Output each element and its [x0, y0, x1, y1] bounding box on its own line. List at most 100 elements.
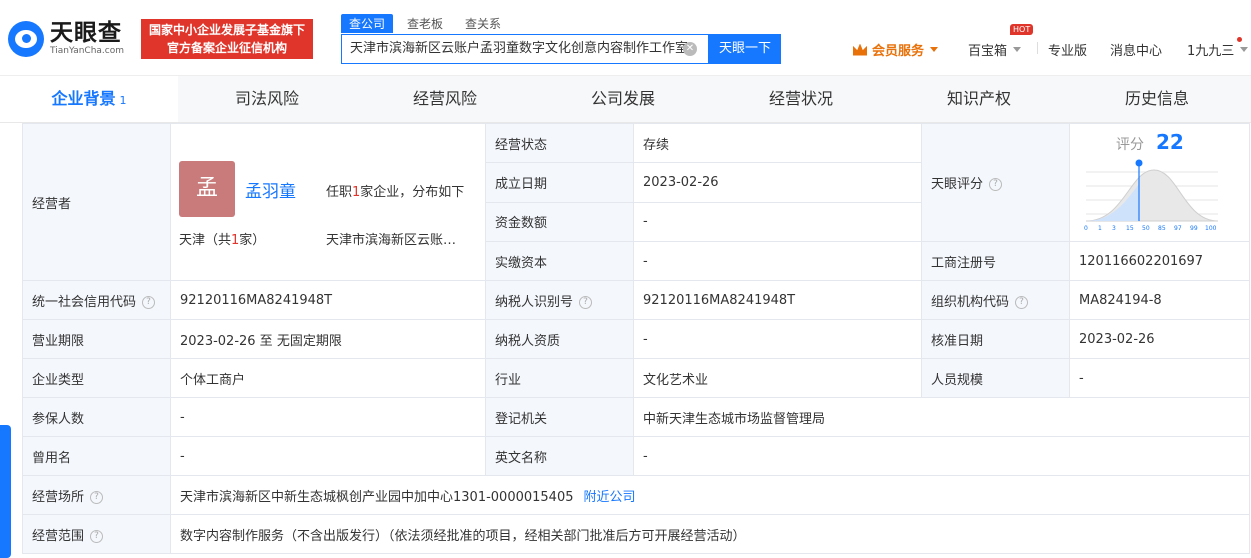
distribution-curve — [1085, 169, 1219, 222]
authority-value: 中新天津生态城市场监督管理局 — [633, 397, 1250, 437]
founded-value: 2023-02-26 — [633, 162, 922, 203]
english-name-value: - — [633, 436, 1250, 476]
score-title: 评分 — [1116, 137, 1144, 153]
loc-suffix: 家） — [239, 233, 266, 248]
role-suffix: 家企业，分布如下 — [360, 185, 465, 200]
chevron-down-icon — [1013, 47, 1022, 52]
org-code-label: 组织机构代码 — [931, 294, 1010, 310]
scope-value: 数字内容制作服务（不含出版发行）（依法须经批准的项目，经相关部门批准后方可开展经… — [170, 514, 1250, 554]
user-menu[interactable]: 1九九三 — [1187, 40, 1249, 59]
tab-history[interactable]: 历史信息 — [1068, 76, 1246, 122]
status-value: 存续 — [633, 122, 922, 164]
crown-icon — [853, 43, 867, 56]
search-tab-boss[interactable]: 查老板 — [399, 14, 451, 33]
help-icon[interactable]: ? — [142, 295, 156, 309]
english-name-label: 英文名称 — [485, 436, 634, 476]
org-code-value: MA824194-8 — [1069, 280, 1250, 320]
term-value: 2023-02-26 至 无固定期限 — [170, 319, 486, 359]
term-label: 营业期限 — [22, 319, 171, 359]
credit-code-label: 统一社会信用代码 — [32, 294, 137, 310]
search-button[interactable]: 天眼一下 — [709, 34, 781, 64]
taxpayer-id-label-cell: 纳税人识别号? — [485, 280, 634, 320]
role-prefix: 任职 — [326, 185, 353, 200]
help-icon[interactable]: ? — [989, 178, 1003, 191]
user-name: 1九九三 — [1187, 44, 1235, 59]
industry-label: 行业 — [485, 358, 634, 398]
axis-tick: 99 — [1190, 225, 1198, 232]
address-label: 经营场所 — [32, 489, 85, 505]
business-info-table: 经营者 孟 孟羽童 任职1家企业，分布如下 天津（共1家） 天津市滨海新区云账户… — [22, 122, 1250, 554]
tab-background[interactable]: 企业背景 1 — [0, 76, 178, 122]
search-tab-company[interactable]: 查公司 — [341, 14, 394, 33]
approve-date-label: 核准日期 — [921, 319, 1070, 359]
score-label-cell: 天眼评分? — [921, 123, 1070, 242]
tab-ip[interactable]: 知识产权 — [890, 76, 1068, 122]
score-cell[interactable]: 评分 22 0 1 3 15 50 85 97 99 100 — [1069, 123, 1250, 242]
company-section-tabs: 企业背景 1 司法风险 经营风险 公司发展 经营状况 知识产权 历史信息 — [0, 76, 1251, 123]
help-icon[interactable]: ? — [579, 295, 593, 309]
tab-operations[interactable]: 经营状况 — [712, 76, 890, 122]
former-name-value: - — [170, 436, 486, 476]
help-icon[interactable]: ? — [1015, 295, 1029, 309]
badge-line-2: 官方备案企业征信机构 — [166, 41, 287, 55]
treasure-box-menu[interactable]: 百宝箱 — [968, 40, 1022, 59]
owner-role: 任职1家企业，分布如下 — [326, 181, 464, 200]
nav-divider — [1037, 42, 1038, 54]
notification-dot — [1237, 37, 1242, 42]
scope-label: 经营范围 — [32, 528, 85, 544]
side-float-toolbar[interactable] — [0, 425, 11, 558]
tab-judicial-risk[interactable]: 司法风险 — [178, 76, 356, 122]
capital-value: - — [633, 201, 922, 243]
approve-date-value: 2023-02-26 — [1069, 319, 1250, 359]
staff-label: 人员规模 — [921, 358, 1070, 398]
axis-tick: 85 — [1158, 225, 1166, 232]
capital-label: 资金数额 — [485, 201, 634, 243]
former-name-label: 曾用名 — [22, 436, 171, 476]
credit-code-label-cell: 统一社会信用代码? — [22, 280, 171, 320]
tab-operating-risk[interactable]: 经营风险 — [356, 76, 534, 122]
logo-title: 天眼查 — [50, 20, 122, 46]
address-label-cell: 经营场所? — [22, 475, 171, 515]
tab-development[interactable]: 公司发展 — [534, 76, 712, 122]
taxpayer-id-value: 92120116MA8241948T — [633, 280, 922, 320]
axis-tick: 1 — [1098, 225, 1102, 232]
paid-value: - — [633, 241, 922, 281]
top-header: 天眼查 TianYanCha.com 国家中小企业发展子基金旗下 官方备案企业征… — [0, 0, 1251, 76]
hot-badge: HOT — [1010, 24, 1034, 35]
insured-value: - — [170, 397, 486, 437]
avatar[interactable]: 孟 — [179, 161, 235, 217]
vip-service-menu[interactable]: 会员服务 — [853, 40, 939, 59]
address-value: 天津市滨海新区中新生态城枫创产业园中加中心1301-0000015405 — [180, 489, 574, 505]
logo-domain: TianYanCha.com — [50, 46, 125, 56]
staff-value: - — [1069, 358, 1250, 398]
search-input[interactable]: 天津市滨海新区云账户孟羽童数字文化创意内容制作工作室 — [341, 34, 709, 64]
authority-label: 登记机关 — [485, 397, 634, 437]
eye-logo-icon — [8, 20, 44, 57]
treasure-label: 百宝箱 — [968, 44, 1008, 59]
pro-label: 专业版 — [1048, 44, 1088, 59]
nearby-companies-link[interactable]: 附近公司 — [584, 490, 636, 505]
owner-name-link[interactable]: 孟羽童 — [245, 177, 296, 202]
vip-label: 会员服务 — [872, 44, 925, 59]
help-icon[interactable]: ? — [90, 529, 104, 543]
help-icon[interactable]: ? — [90, 490, 104, 504]
axis-tick: 15 — [1126, 225, 1134, 232]
tab-count: 1 — [119, 94, 127, 107]
site-logo[interactable]: 天眼查 TianYanCha.com — [8, 20, 124, 57]
founded-label: 成立日期 — [485, 162, 634, 203]
score-marker-pin — [1135, 159, 1143, 167]
axis-tick: 0 — [1084, 225, 1088, 232]
credit-code-value: 92120116MA8241948T — [170, 280, 486, 320]
owner-company-link[interactable]: 天津市滨海新区云账户孟羽童数字文化创意内容制作工作室 — [326, 229, 466, 248]
tax-qual-value: - — [633, 319, 922, 359]
score-value: 22 — [1156, 130, 1184, 154]
axis-tick: 100 — [1205, 225, 1217, 232]
search-tab-relation[interactable]: 查关系 — [457, 14, 509, 33]
org-code-label-cell: 组织机构代码? — [921, 280, 1070, 320]
clear-icon[interactable]: ✕ — [683, 42, 697, 56]
pro-version-link[interactable]: 专业版 — [1048, 40, 1087, 59]
axis-tick: 97 — [1174, 225, 1182, 232]
tab-label: 企业背景 — [51, 89, 116, 108]
message-center-link[interactable]: 消息中心 — [1110, 40, 1162, 59]
chevron-down-icon — [1240, 47, 1249, 52]
